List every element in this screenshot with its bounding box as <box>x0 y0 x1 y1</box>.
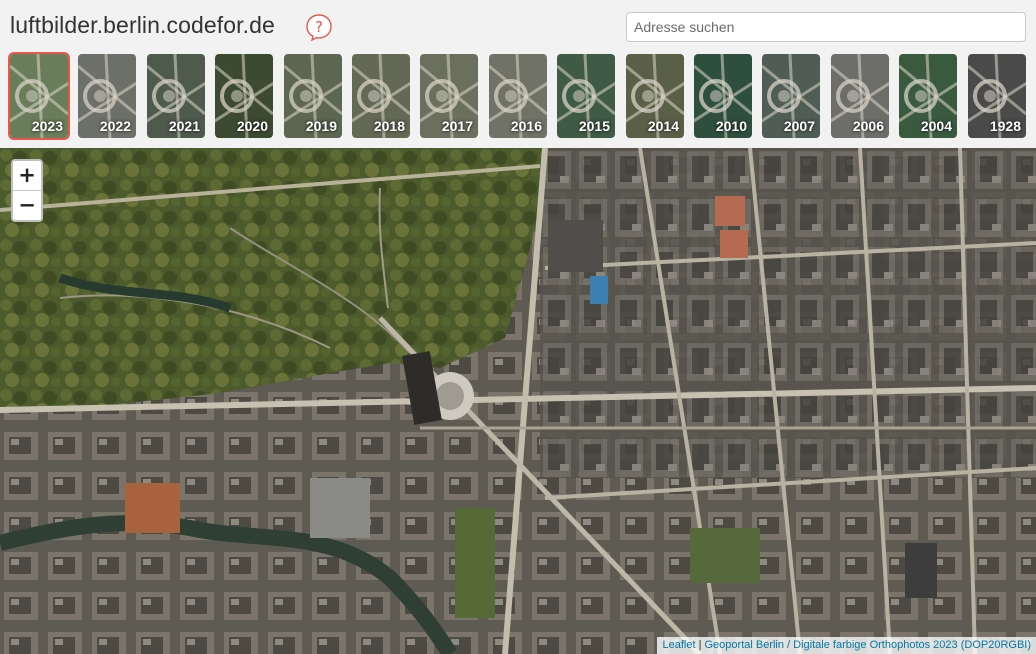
year-tile-2019[interactable]: 2019 <box>284 54 342 138</box>
question-bubble-icon[interactable]: ? <box>305 13 333 41</box>
year-label: 2022 <box>99 118 131 134</box>
leaflet-link[interactable]: Leaflet <box>662 639 695 651</box>
year-tile-2018[interactable]: 2018 <box>352 54 410 138</box>
year-label: 2010 <box>715 118 747 134</box>
year-tile-1928[interactable]: 1928 <box>968 54 1026 138</box>
zoom-out-button[interactable]: − <box>13 191 41 220</box>
year-selector: 2023 2022 2021 2020 2019 2018 2017 2016 2015 2014… <box>10 54 1030 138</box>
year-label: 2021 <box>168 118 200 134</box>
aerial-photo[interactable] <box>0 148 1036 654</box>
year-tile-2010[interactable]: 2010 <box>694 54 752 138</box>
address-search-input[interactable] <box>626 12 1026 42</box>
year-label: 2006 <box>852 118 884 134</box>
aerial-map[interactable]: + − Leaflet | Geoportal Berlin / Digital… <box>0 148 1036 654</box>
year-label: 2016 <box>510 118 542 134</box>
year-tile-2021[interactable]: 2021 <box>147 54 205 138</box>
year-label: 2023 <box>31 118 63 134</box>
year-tile-2022[interactable]: 2022 <box>78 54 136 138</box>
zoom-in-button[interactable]: + <box>13 161 41 191</box>
year-label: 2015 <box>578 118 610 134</box>
year-tile-2020[interactable]: 2020 <box>215 54 273 138</box>
year-label: 2004 <box>920 118 952 134</box>
year-label: 2017 <box>441 118 473 134</box>
attribution-separator: | <box>695 639 705 651</box>
year-tile-2016[interactable]: 2016 <box>489 54 547 138</box>
year-tile-2006[interactable]: 2006 <box>831 54 889 138</box>
year-label: 2019 <box>305 118 337 134</box>
year-tile-2014[interactable]: 2014 <box>626 54 684 138</box>
year-tile-2004[interactable]: 2004 <box>899 54 957 138</box>
year-tile-2023[interactable]: 2023 <box>10 54 68 138</box>
year-label: 1928 <box>989 118 1021 134</box>
year-label: 2020 <box>236 118 268 134</box>
year-tile-2017[interactable]: 2017 <box>420 54 478 138</box>
map-attribution: Leaflet | Geoportal Berlin / Digitale fa… <box>657 637 1036 654</box>
year-tile-2007[interactable]: 2007 <box>762 54 820 138</box>
site-title[interactable]: luftbilder.berlin.codefor.de <box>10 12 275 39</box>
year-label: 2018 <box>373 118 405 134</box>
svg-text:?: ? <box>315 18 323 36</box>
zoom-control: + − <box>11 159 43 222</box>
year-label: 2007 <box>783 118 815 134</box>
year-label: 2014 <box>647 118 679 134</box>
geoportal-link[interactable]: Geoportal Berlin / Digitale farbige Orth… <box>705 639 1032 651</box>
year-tile-2015[interactable]: 2015 <box>557 54 615 138</box>
header: luftbilder.berlin.codefor.de ? 202320222… <box>0 0 1036 148</box>
